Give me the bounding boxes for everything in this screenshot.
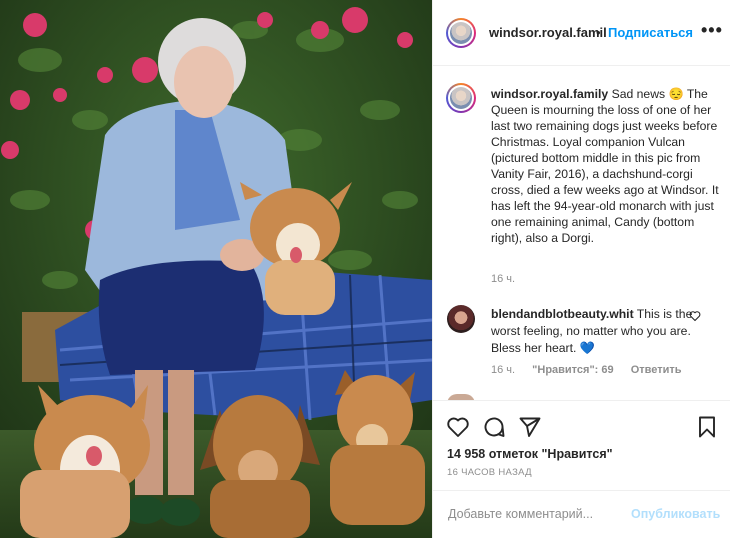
comment-meta: 16 ч. "Нравится": 69 Ответить (491, 364, 696, 376)
caption: windsor.royal.family Sad news 😔 The Quee… (491, 86, 723, 246)
reply-button[interactable]: Ответить (631, 364, 682, 376)
comment-like-icon[interactable] (689, 310, 701, 322)
author-avatar[interactable] (446, 18, 476, 48)
follow-button[interactable]: Подписаться (608, 25, 693, 40)
author-username[interactable]: windsor.royal.famil (489, 25, 607, 40)
bookmark-icon[interactable] (695, 415, 719, 439)
comments-list[interactable]: windsor.royal.family Sad news 😔 The Quee… (433, 66, 730, 400)
caption-username[interactable]: windsor.royal.family (491, 87, 608, 101)
post-header: windsor.royal.famil • Подписаться ••• (433, 0, 730, 66)
like-icon[interactable] (446, 415, 470, 439)
comment-input[interactable] (446, 506, 650, 522)
queen-with-corgis-image (0, 0, 432, 538)
post-details-panel: windsor.royal.famil • Подписаться ••• wi… (432, 0, 730, 538)
caption-author-avatar[interactable] (446, 83, 476, 113)
caption-time[interactable]: 16 ч. (491, 273, 515, 285)
comment-username[interactable]: blendandblotbeauty.whit (491, 307, 634, 321)
comment-likes[interactable]: "Нравится": 69 (532, 364, 613, 376)
share-icon[interactable] (518, 415, 542, 439)
comment-icon[interactable] (482, 415, 506, 439)
add-comment-bar: Опубликовать (433, 490, 730, 538)
comment-time[interactable]: 16 ч. (491, 364, 515, 376)
separator-dot: • (596, 25, 601, 40)
post-time-ago[interactable]: 16 ЧАСОВ НАЗАД (447, 467, 532, 478)
publish-button[interactable]: Опубликовать (631, 507, 720, 521)
comment: blendandblotbeauty.whit This is the wors… (491, 306, 697, 357)
commenter-avatar[interactable] (447, 305, 475, 333)
post-photo[interactable] (0, 0, 432, 538)
instagram-post: windsor.royal.famil • Подписаться ••• wi… (0, 0, 730, 538)
likes-count[interactable]: 14 958 отметок "Нравится" (447, 447, 613, 461)
more-options-icon[interactable]: ••• (701, 20, 723, 41)
caption-text: Sad news 😔 The Queen is mourning the los… (491, 87, 719, 245)
